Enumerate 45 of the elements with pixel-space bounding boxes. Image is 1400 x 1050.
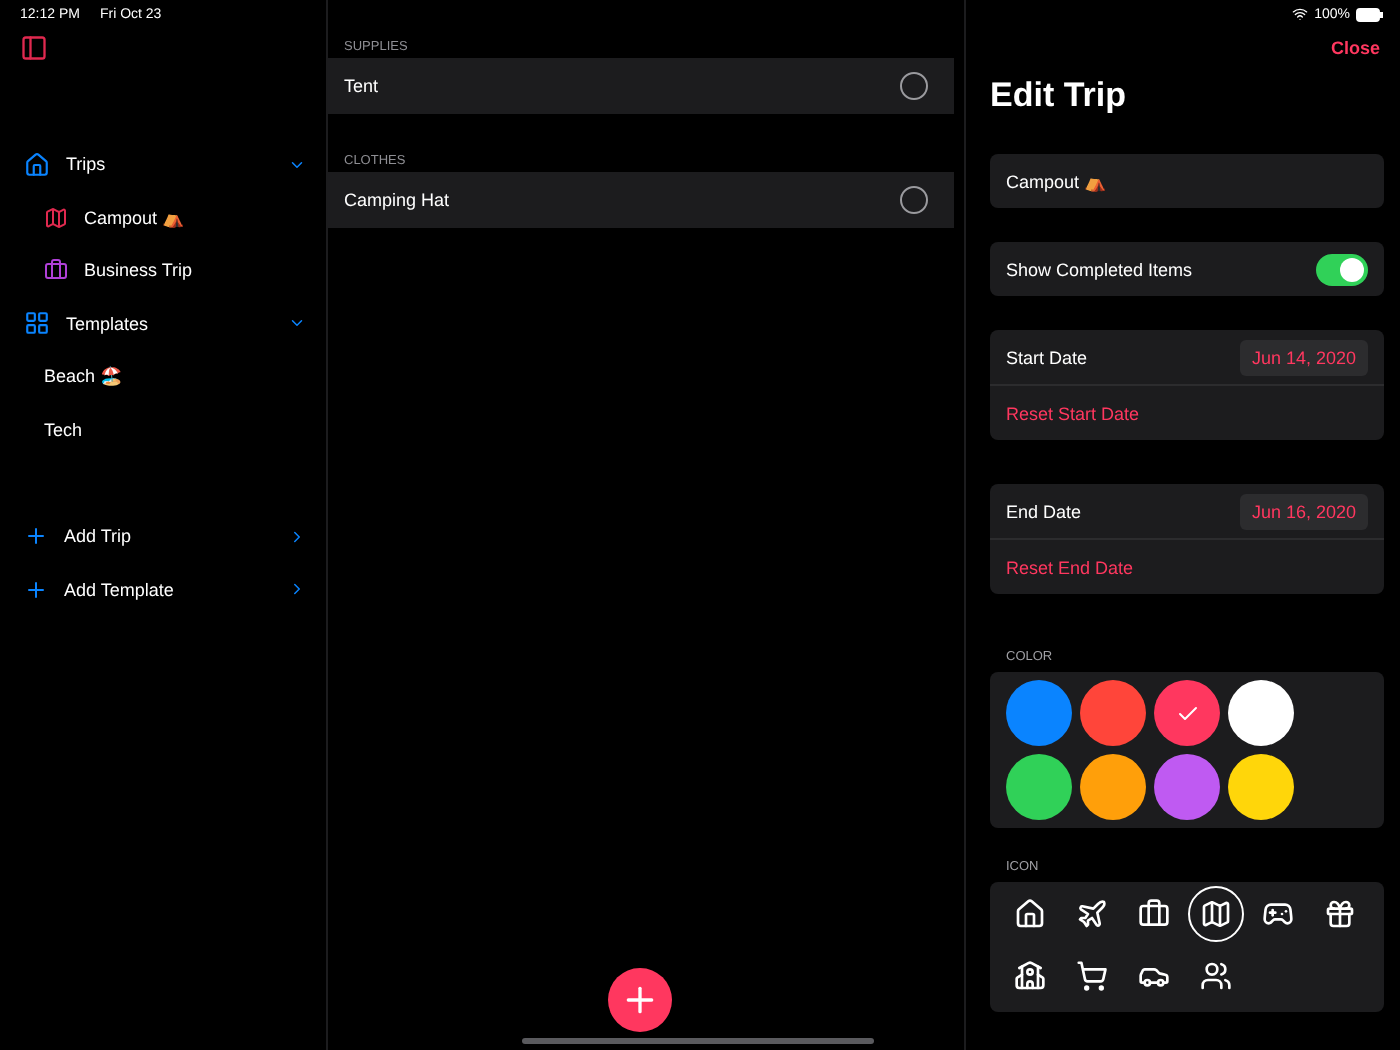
sidebar-toggle-icon[interactable] <box>20 34 48 62</box>
color-swatch[interactable] <box>1080 680 1146 746</box>
check-circle[interactable] <box>900 186 928 214</box>
show-completed-toggle[interactable] <box>1316 253 1368 285</box>
sidebar-item[interactable]: Beach 🏖 <box>44 366 306 387</box>
chevron-right-icon[interactable] <box>288 527 306 546</box>
reset-date-button[interactable]: Reset Start Date <box>1006 403 1140 423</box>
grid-icon <box>24 310 50 337</box>
item-label: Camping Hat <box>344 190 450 210</box>
list-row[interactable]: Tent <box>328 58 954 114</box>
close-button[interactable]: Close <box>1330 38 1380 58</box>
color-swatch[interactable] <box>1228 754 1294 820</box>
sidebar-item[interactable]: Business Trip <box>84 260 306 281</box>
check-icon <box>1175 701 1199 725</box>
list-row[interactable]: Camping Hat <box>328 172 954 228</box>
item-label: Tent <box>344 76 379 96</box>
wifi-icon <box>1292 6 1309 22</box>
color-swatch[interactable] <box>1228 680 1294 746</box>
color-swatch[interactable] <box>1154 754 1220 820</box>
map-icon[interactable] <box>1188 886 1244 942</box>
trip-name-field[interactable]: Campout ⛺ <box>990 154 1384 208</box>
check-circle[interactable] <box>900 72 928 100</box>
color-swatch[interactable] <box>1006 680 1072 746</box>
battery-icon <box>1356 7 1384 21</box>
plus-icon <box>24 524 48 549</box>
reset-date-button[interactable]: Reset End Date <box>1006 557 1134 577</box>
panel-title: Edit Trip <box>990 76 1128 116</box>
house-icon <box>24 151 50 178</box>
sidebar-action[interactable]: Add Template <box>64 579 272 600</box>
date-label: Start Date <box>1006 347 1088 367</box>
date-picker[interactable]: Jun 16, 2020 <box>1239 493 1368 529</box>
color-swatch[interactable] <box>1006 754 1072 820</box>
plus-icon <box>24 577 48 602</box>
sidebar-action[interactable]: Add Trip <box>64 526 272 547</box>
date-label: End Date <box>1006 501 1082 521</box>
add-button[interactable] <box>608 968 672 1032</box>
color-swatch[interactable] <box>1080 754 1146 820</box>
chevron-right-icon[interactable] <box>288 580 306 599</box>
sidebar-group[interactable]: Templates <box>66 313 272 334</box>
sidebar-item[interactable]: Campout ⛺ <box>84 207 306 228</box>
toggle-label: Show Completed Items <box>1006 259 1193 279</box>
sidebar-group[interactable]: Trips <box>66 154 272 175</box>
date-picker[interactable]: Jun 14, 2020 <box>1239 339 1368 375</box>
color-swatch[interactable] <box>1154 680 1220 746</box>
sidebar-item[interactable]: Tech <box>44 419 306 440</box>
